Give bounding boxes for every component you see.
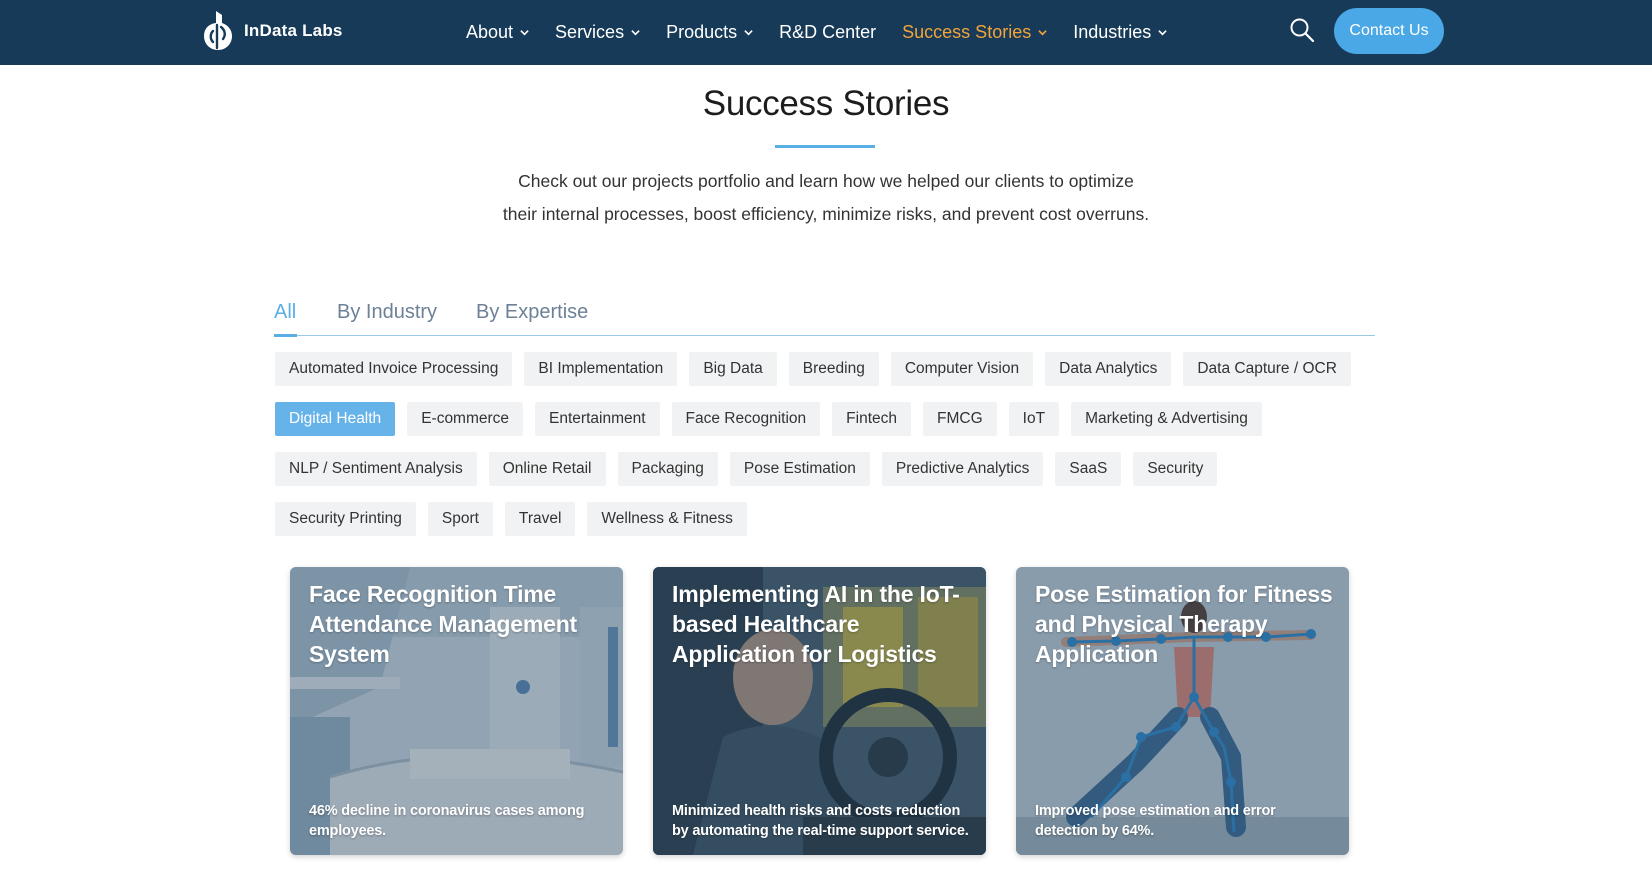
- nav-rd-center[interactable]: R&D Center: [779, 22, 876, 43]
- chevron-down-icon: [520, 30, 529, 36]
- tab-by-industry[interactable]: By Industry: [337, 301, 437, 324]
- logo[interactable]: InData Labs: [202, 9, 343, 53]
- tab-all[interactable]: All: [274, 301, 296, 324]
- tag-bi-implementation[interactable]: BI Implementation: [524, 352, 678, 386]
- tag-sport[interactable]: Sport: [427, 502, 493, 536]
- active-tab-indicator: [274, 334, 297, 337]
- logo-text: InData Labs: [244, 21, 343, 40]
- card-subtitle: 46% decline in coronavirus cases among e…: [309, 803, 585, 839]
- tag-pose-estimation[interactable]: Pose Estimation: [729, 452, 870, 486]
- indata-labs-logo-icon: [204, 11, 232, 50]
- card-title: Pose Estimation for Fitness and Physical…: [1035, 581, 1333, 667]
- story-card[interactable]: Pose Estimation for Fitness and Physical…: [1016, 567, 1349, 855]
- tag-automated-invoice-processing[interactable]: Automated Invoice Processing: [275, 352, 513, 386]
- tag-marketing-advertising[interactable]: Marketing & Advertising: [1071, 402, 1262, 436]
- tag-packaging[interactable]: Packaging: [617, 452, 718, 486]
- chevron-down-icon: [1158, 30, 1167, 36]
- chevron-down-icon: [1038, 30, 1047, 36]
- intro-line: Check out our projects portfolio and lea…: [518, 171, 1134, 191]
- title-divider: [775, 145, 875, 148]
- story-card[interactable]: Implementing AI in the IoT-based Healthc…: [653, 567, 986, 855]
- filter-tabs: All By Industry By Expertise: [274, 296, 1375, 337]
- chevron-down-icon: [744, 30, 753, 36]
- page-title: Success Stories: [702, 84, 950, 123]
- card-title: Implementing AI in the IoT-based Healthc…: [672, 581, 960, 667]
- tag-breeding[interactable]: Breeding: [788, 352, 879, 386]
- main-nav: About Services Products R&D Center Succe…: [466, 0, 1193, 65]
- nav-industries-label: Industries: [1073, 22, 1152, 42]
- intro-line: their internal processes, boost efficien…: [502, 204, 1150, 224]
- nav-about-label: About: [466, 22, 514, 42]
- tag-nlp-sentiment-analysis[interactable]: NLP / Sentiment Analysis: [275, 452, 477, 486]
- nav-services[interactable]: Services: [555, 22, 640, 43]
- tag-iot[interactable]: IoT: [1008, 402, 1060, 436]
- nav-products[interactable]: Products: [666, 22, 753, 43]
- tag-e-commerce[interactable]: E-commerce: [407, 402, 524, 436]
- tag-online-retail[interactable]: Online Retail: [488, 452, 606, 486]
- card-subtitle: Minimized health risks and costs reducti…: [672, 803, 969, 839]
- story-card[interactable]: Face Recognition Time Attendance Managem…: [290, 567, 623, 855]
- top-navigation-bar: InData Labs About Services Products R&D …: [0, 0, 1652, 65]
- nav-success-stories-label: Success Stories: [902, 22, 1032, 42]
- tag-fmcg[interactable]: FMCG: [923, 402, 997, 436]
- intro-text: Check out our projects portfolio and lea…: [426, 165, 1226, 231]
- card-title: Face Recognition Time Attendance Managem…: [309, 581, 578, 667]
- tag-predictive-analytics[interactable]: Predictive Analytics: [881, 452, 1044, 486]
- nav-services-label: Services: [555, 22, 625, 42]
- tab-by-expertise[interactable]: By Expertise: [476, 301, 588, 324]
- tag-data-capture-ocr[interactable]: Data Capture / OCR: [1183, 352, 1351, 386]
- tag-travel[interactable]: Travel: [504, 502, 576, 536]
- tag-security-printing[interactable]: Security Printing: [275, 502, 416, 536]
- tag-security[interactable]: Security: [1133, 452, 1218, 486]
- nav-about[interactable]: About: [466, 22, 529, 43]
- contact-us-button[interactable]: Contact Us: [1334, 8, 1444, 54]
- tag-entertainment[interactable]: Entertainment: [535, 402, 660, 436]
- tag-saas[interactable]: SaaS: [1055, 452, 1122, 486]
- tag-wellness-fitness[interactable]: Wellness & Fitness: [587, 502, 747, 536]
- tag-fintech[interactable]: Fintech: [832, 402, 912, 436]
- tag-big-data[interactable]: Big Data: [689, 352, 777, 386]
- tag-filter-list: Automated Invoice Processing BI Implemen…: [275, 352, 1375, 536]
- chevron-down-icon: [631, 30, 640, 36]
- nav-rd-center-label: R&D Center: [779, 22, 877, 42]
- search-icon[interactable]: [1289, 17, 1315, 43]
- tag-computer-vision[interactable]: Computer Vision: [890, 352, 1034, 386]
- tag-data-analytics[interactable]: Data Analytics: [1045, 352, 1172, 386]
- nav-products-label: Products: [666, 22, 738, 42]
- nav-success-stories[interactable]: Success Stories: [902, 22, 1047, 43]
- tag-digital-health[interactable]: Digital Health: [275, 402, 396, 436]
- card-subtitle: Improved pose estimation and error detec…: [1035, 803, 1276, 839]
- nav-industries[interactable]: Industries: [1073, 22, 1167, 43]
- tag-face-recognition[interactable]: Face Recognition: [671, 402, 821, 436]
